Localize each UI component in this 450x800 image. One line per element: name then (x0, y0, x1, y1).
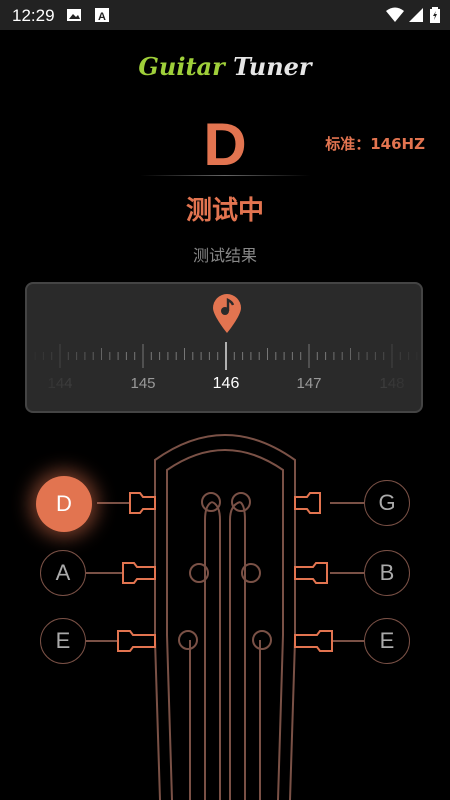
string-button-high-e[interactable]: E (364, 618, 410, 664)
string-button-low-e[interactable]: E (40, 618, 86, 664)
status-time: 12:29 (12, 6, 55, 25)
string-button-b[interactable]: B (364, 550, 410, 596)
signal-icon (409, 8, 423, 22)
tuning-status: 测试中 (185, 196, 264, 226)
battery-icon (430, 7, 440, 23)
headstock-area: D A E G B E (0, 420, 450, 800)
string-button-a[interactable]: A (40, 550, 86, 596)
result-label: 测试结果 (192, 246, 257, 265)
app-title-guitar: Guitar (138, 52, 225, 81)
wifi-icon (386, 7, 404, 22)
string-button-d[interactable]: D (36, 476, 92, 532)
status-bar: 12:29 A (0, 0, 450, 30)
standard-frequency: 标准：146HZ (325, 135, 425, 153)
string-button-g[interactable]: G (364, 480, 410, 526)
app-title: Guitar Tuner (0, 52, 450, 81)
svg-text:A: A (98, 11, 106, 23)
frequency-dial[interactable]: 144 145 146 147 148 (25, 282, 423, 413)
divider (140, 175, 310, 176)
music-note-pin-icon (213, 294, 241, 333)
text-icon: A (95, 8, 109, 23)
app-title-tuner: Tuner (233, 52, 312, 81)
image-icon (67, 9, 81, 21)
